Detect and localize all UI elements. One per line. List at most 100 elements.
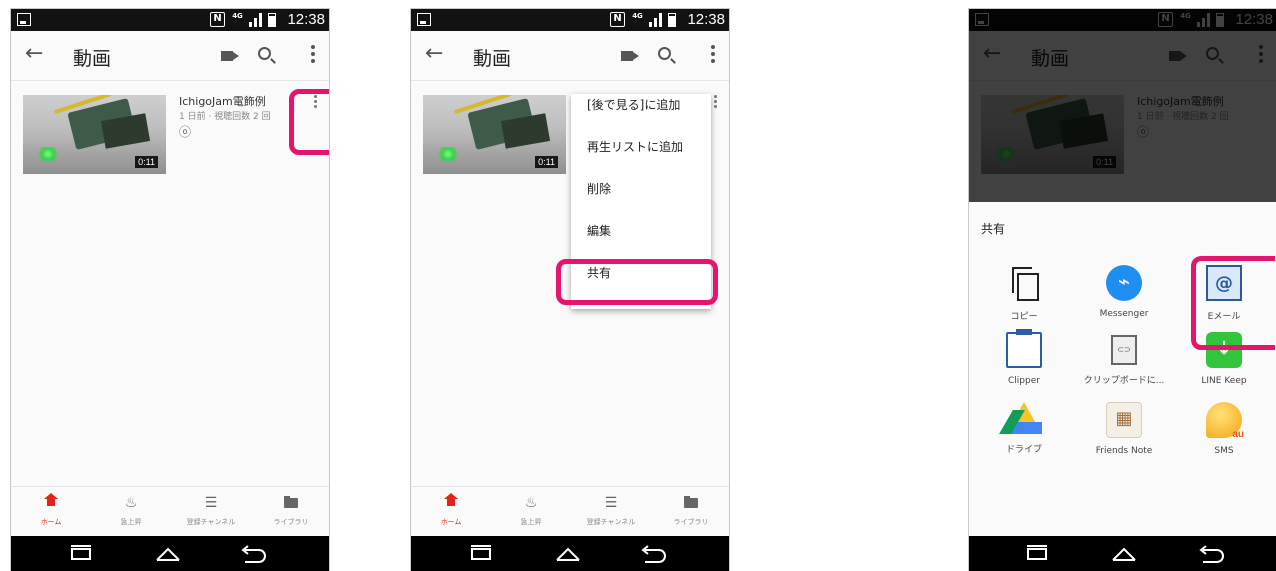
nav-home[interactable]: ホーム <box>411 493 491 527</box>
system-back-icon[interactable] <box>1197 544 1225 564</box>
recent-apps-icon[interactable] <box>71 545 91 560</box>
battery-icon <box>668 13 676 27</box>
video-thumbnail[interactable]: 0:11 <box>423 95 566 174</box>
video-duration: 0:11 <box>135 156 158 168</box>
overflow-menu-icon[interactable] <box>311 45 315 63</box>
overflow-menu-icon[interactable] <box>711 45 715 63</box>
menu-item-add-to-playlist[interactable]: 再生リストに追加 <box>571 138 711 180</box>
page-title: 動画 <box>473 48 512 70</box>
nav-subscriptions[interactable]: ☰ 登録チャンネル <box>171 493 251 527</box>
video-camera-icon[interactable] <box>221 51 233 61</box>
dim-overlay[interactable] <box>969 9 1276 202</box>
share-target-friends-note[interactable]: Friends Note <box>1069 402 1179 456</box>
menu-item-watch-later[interactable]: [後で見る]に追加 <box>571 96 711 138</box>
video-camera-icon[interactable] <box>621 51 633 61</box>
nav-home[interactable]: ホーム <box>11 493 91 527</box>
system-navigation-bar <box>969 536 1276 571</box>
screenshot-icon <box>17 13 31 26</box>
nav-trending[interactable]: ♨ 急上昇 <box>91 493 171 527</box>
share-target-label: SMS <box>1214 446 1234 456</box>
share-target-clipper[interactable]: Clipper <box>969 329 1079 386</box>
status-bar: N 4G 12:38 <box>11 9 329 31</box>
link-icon: ⓞ <box>179 125 192 139</box>
friends-note-icon <box>1106 402 1142 438</box>
nav-home-label: ホーム <box>440 518 462 526</box>
menu-item-edit[interactable]: 編集 <box>571 222 711 264</box>
signal-icon <box>249 13 263 27</box>
nav-subscriptions-label: 登録チャンネル <box>586 518 636 526</box>
home-icon <box>444 493 458 510</box>
share-target-copy[interactable]: コピー <box>969 265 1079 322</box>
bottom-navigation: ホーム ♨ 急上昇 ☰ 登録チャンネル ライブラリ <box>11 486 329 536</box>
flame-icon: ♨ <box>124 495 138 511</box>
menu-item-delete[interactable]: 削除 <box>571 180 711 222</box>
app-bar: ← 動画 <box>11 31 329 81</box>
subscriptions-icon: ☰ <box>204 495 218 511</box>
nfc-icon: N <box>610 12 625 27</box>
status-time: 12:38 <box>687 11 725 28</box>
page-title: 動画 <box>73 48 112 70</box>
system-back-icon[interactable] <box>639 544 667 564</box>
system-navigation-bar <box>11 536 329 571</box>
bottom-navigation: ホーム ♨ 急上昇 ☰ 登録チャンネル ライブラリ <box>411 486 729 536</box>
system-home-icon[interactable] <box>1111 546 1137 562</box>
share-target-messenger[interactable]: Messenger <box>1069 265 1179 319</box>
flame-icon: ♨ <box>524 495 538 511</box>
nav-library-label: ライブラリ <box>273 518 309 526</box>
nav-library-label: ライブラリ <box>673 518 709 526</box>
system-navigation-bar <box>411 536 729 571</box>
nav-trending[interactable]: ♨ 急上昇 <box>491 493 571 527</box>
home-icon <box>44 493 58 510</box>
screenshot-icon <box>417 13 431 26</box>
video-duration: 0:11 <box>535 156 558 168</box>
highlight-email-target <box>1191 256 1275 350</box>
back-arrow-icon[interactable]: ← <box>25 42 43 66</box>
recent-apps-icon[interactable] <box>471 545 491 560</box>
recent-apps-icon[interactable] <box>1027 545 1047 560</box>
system-back-icon[interactable] <box>239 544 267 564</box>
nav-subscriptions[interactable]: ☰ 登録チャンネル <box>571 493 651 527</box>
highlight-more-options <box>289 89 329 155</box>
share-sheet-title: 共有 <box>981 222 1006 236</box>
battery-icon <box>268 13 276 27</box>
search-icon[interactable] <box>658 47 671 60</box>
subscriptions-icon: ☰ <box>604 495 618 511</box>
share-target-sms[interactable]: SMS <box>1169 402 1276 456</box>
app-bar: ← 動画 <box>411 31 729 81</box>
share-target-label: コピー <box>1010 312 1038 322</box>
share-target-clipboard[interactable]: クリップボードに... <box>1069 332 1179 386</box>
drive-icon <box>1006 402 1042 434</box>
nav-library[interactable]: ライブラリ <box>651 493 729 527</box>
back-arrow-icon[interactable]: ← <box>425 42 443 66</box>
share-target-label: Messenger <box>1099 309 1149 319</box>
highlight-share-menu-item <box>556 259 718 305</box>
system-home-icon[interactable] <box>555 546 581 562</box>
video-more-options-icon[interactable] <box>714 95 717 108</box>
clipper-icon <box>1006 329 1042 368</box>
nav-trending-label: 急上昇 <box>120 518 142 526</box>
share-target-label: ドライブ <box>1005 445 1042 455</box>
phone-screen-video-list: N 4G 12:38 ← 動画 0:11 IchigoJam電飾例 1 日前 ·… <box>10 8 330 571</box>
phone-screen-share-sheet: N 4G 12:38 ← 動画 0:11 IchigoJam電飾例 1 日前 ·… <box>968 8 1276 571</box>
status-bar: N 4G 12:38 <box>411 9 729 31</box>
search-icon[interactable] <box>258 47 271 60</box>
signal-icon <box>649 13 663 27</box>
video-title[interactable]: IchigoJam電飾例 <box>179 93 266 109</box>
share-target-label: LINE Keep <box>1201 376 1247 386</box>
video-thumbnail[interactable]: 0:11 <box>23 95 166 174</box>
nfc-icon: N <box>210 12 225 27</box>
system-home-icon[interactable] <box>155 546 181 562</box>
nav-library[interactable]: ライブラリ <box>251 493 329 527</box>
copy-icon <box>1006 265 1042 301</box>
network-type-icon: 4G <box>232 12 243 20</box>
folder-icon <box>684 496 698 508</box>
sms-icon <box>1206 402 1244 440</box>
share-target-label: Clipper <box>1008 376 1040 386</box>
share-target-label: クリップボードに... <box>1083 376 1165 386</box>
network-type-icon: 4G <box>632 12 643 20</box>
share-sheet: 共有 コピー Messenger Eメール Clipper クリップボードに..… <box>969 202 1276 553</box>
folder-icon <box>284 496 298 508</box>
status-time: 12:38 <box>287 11 325 28</box>
video-list-item[interactable]: 0:11 IchigoJam電飾例 1 日前 · 視聴回数 2 回 ⓞ <box>11 87 329 187</box>
share-target-drive[interactable]: ドライブ <box>969 402 1079 455</box>
